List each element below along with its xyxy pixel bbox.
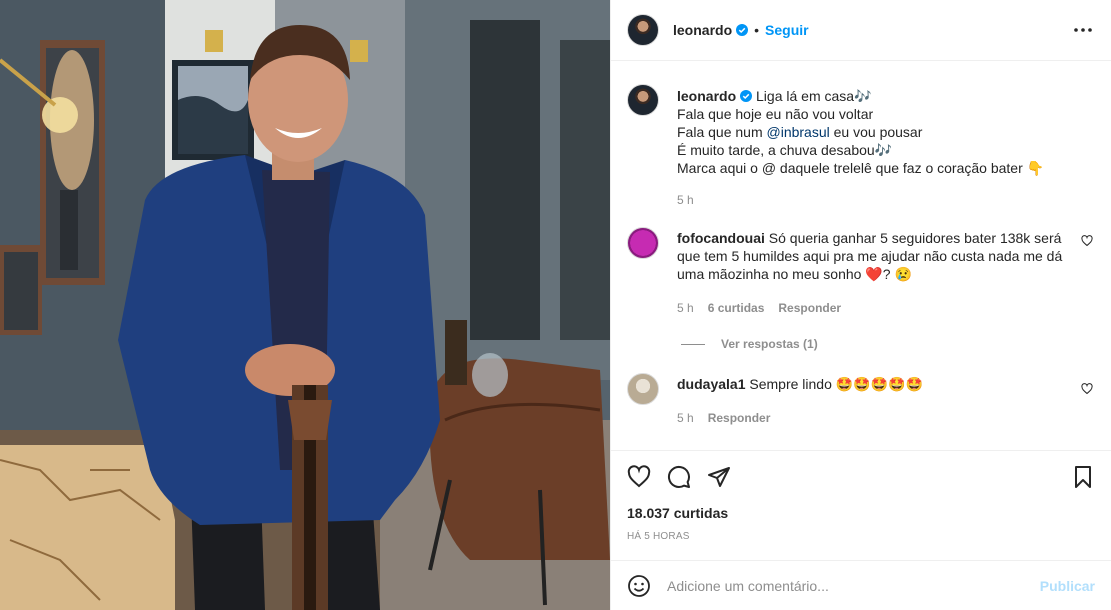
caption-line-4: É muito tarde, a chuva desabou🎶 xyxy=(677,142,893,158)
post-header: leonardo • Seguir xyxy=(611,0,1111,61)
caption-line-3b: eu vou pousar xyxy=(829,124,923,140)
like-comment-heart-icon[interactable] xyxy=(1081,383,1093,395)
reply-button[interactable]: Responder xyxy=(708,409,771,427)
author-avatar[interactable] xyxy=(627,14,659,46)
caption-avatar[interactable] xyxy=(627,84,659,116)
verified-badge-icon xyxy=(740,90,753,102)
comment-likes[interactable]: 6 curtidas xyxy=(708,299,765,317)
comment-time[interactable]: 5 h xyxy=(677,409,694,427)
comment-avatar[interactable] xyxy=(627,373,659,405)
view-replies-label: Ver respostas (1) xyxy=(721,337,818,351)
comment-input[interactable] xyxy=(667,577,1040,594)
comment-icon[interactable] xyxy=(667,465,691,489)
author-username[interactable]: leonardo xyxy=(673,22,732,38)
comment-text: Sempre lindo 🤩🤩🤩🤩🤩 xyxy=(749,376,923,392)
caption-line-5: Marca aqui o @ daquele trelelê que faz o… xyxy=(677,160,1045,176)
post-dialog: leonardo • Seguir leonardo Liga lá em ca… xyxy=(0,0,1111,610)
comment-item: fofocandouai Só queria ganhar 5 seguidor… xyxy=(627,227,1095,317)
post-photo[interactable] xyxy=(0,0,610,610)
post-side-panel: leonardo • Seguir leonardo Liga lá em ca… xyxy=(610,0,1111,610)
comments-list[interactable]: leonardo Liga lá em casa🎶 Fala que hoje … xyxy=(611,62,1111,450)
mention-link[interactable]: @inbrasul xyxy=(767,124,830,140)
caption-username[interactable]: leonardo xyxy=(677,88,736,104)
caption-time[interactable]: 5 h xyxy=(677,191,694,209)
bookmark-icon[interactable] xyxy=(1071,465,1095,489)
more-options-icon[interactable] xyxy=(1071,18,1095,42)
replies-line xyxy=(681,343,705,345)
heart-icon[interactable] xyxy=(627,465,651,489)
comment-username[interactable]: dudayala1 xyxy=(677,376,745,392)
view-replies-button[interactable]: Ver respostas (1) xyxy=(681,337,1095,351)
follow-button[interactable]: Seguir xyxy=(765,22,809,38)
likes-count[interactable]: 18.037 curtidas xyxy=(627,505,1095,521)
add-comment-bar: Publicar xyxy=(611,560,1111,610)
publish-button[interactable]: Publicar xyxy=(1040,578,1095,594)
comment-avatar[interactable] xyxy=(627,227,659,259)
comment-username[interactable]: fofocandouai xyxy=(677,230,765,246)
post-timestamp[interactable]: HÁ 5 HORAS xyxy=(627,531,1095,542)
emoji-icon[interactable] xyxy=(627,574,651,598)
caption-line-1: Liga lá em casa🎶 xyxy=(756,88,872,104)
separator-dot: • xyxy=(754,22,760,38)
verified-badge-icon xyxy=(736,24,749,36)
share-icon[interactable] xyxy=(707,465,731,489)
caption-line-2: Fala que hoje eu não vou voltar xyxy=(677,106,874,122)
caption: leonardo Liga lá em casa🎶 Fala que hoje … xyxy=(627,84,1095,209)
comment-item: dudayala1 Sempre lindo 🤩🤩🤩🤩🤩 5 h Respond… xyxy=(627,373,1095,427)
reply-button[interactable]: Responder xyxy=(778,299,841,317)
post-actions: 18.037 curtidas HÁ 5 HORAS xyxy=(611,450,1111,542)
like-comment-heart-icon[interactable] xyxy=(1081,235,1093,247)
comment-time[interactable]: 5 h xyxy=(677,299,694,317)
post-image xyxy=(0,0,610,610)
caption-line-3: Fala que num xyxy=(677,124,767,140)
